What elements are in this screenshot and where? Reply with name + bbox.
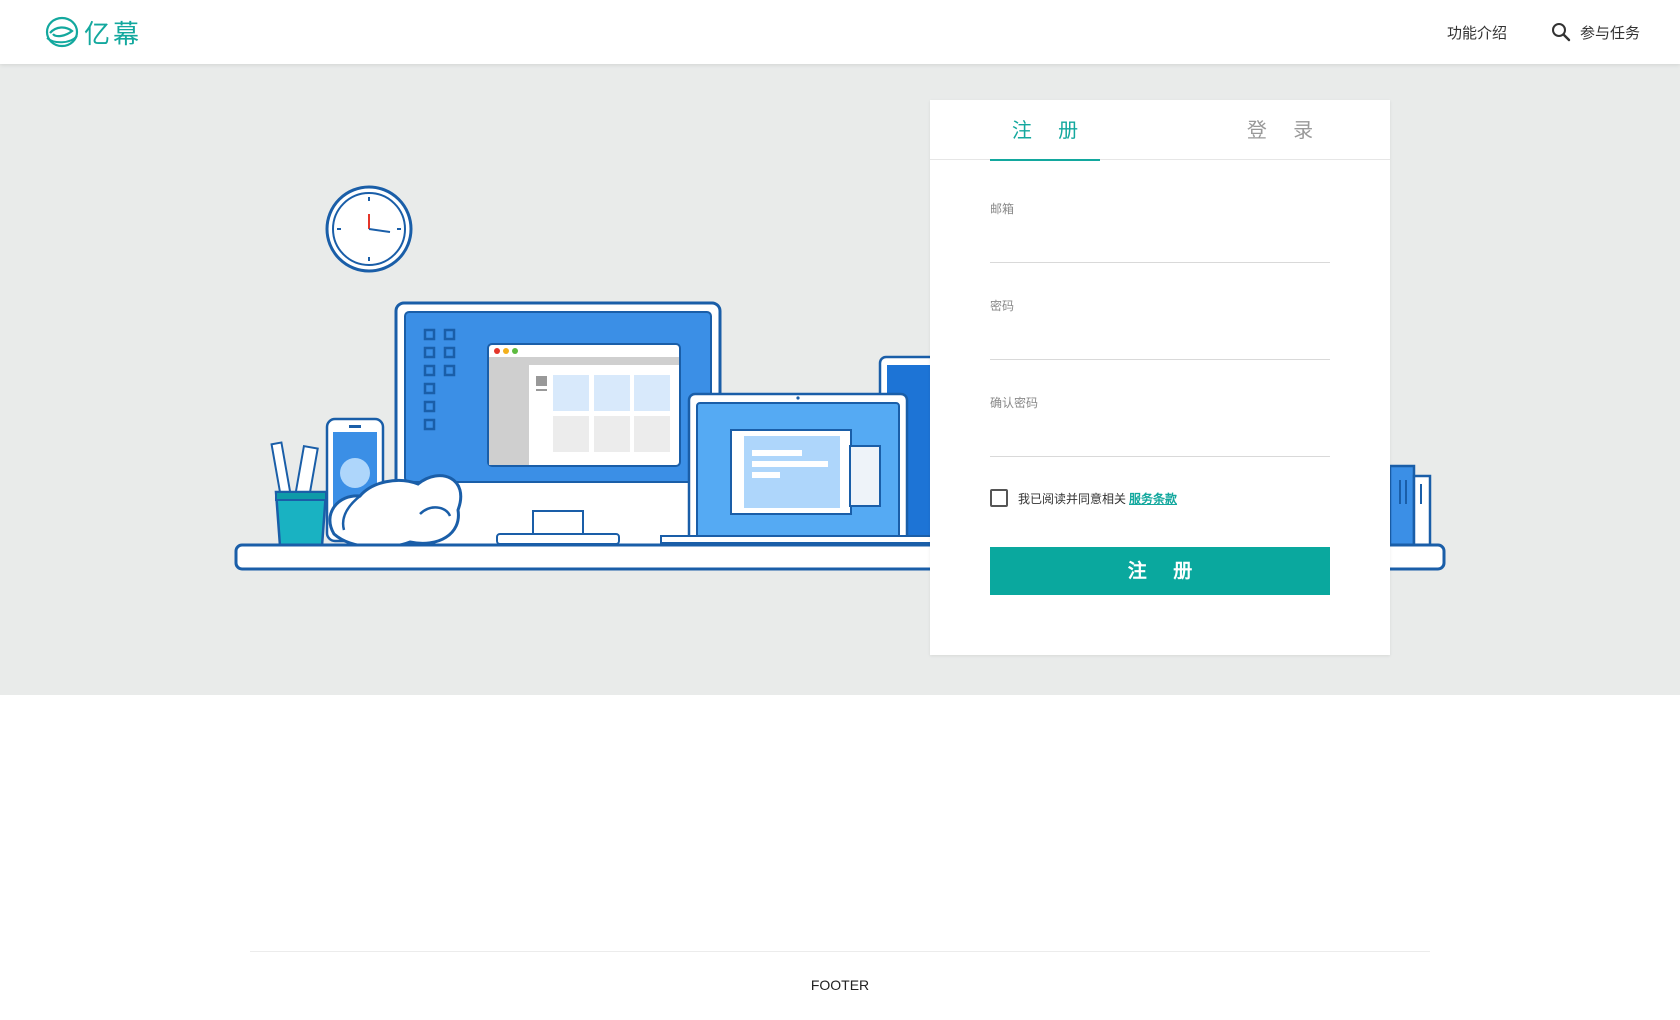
logo-icon [45, 16, 79, 48]
logo[interactable]: 亿幕 [44, 14, 142, 50]
top-nav: 功能介绍 参与任务 [1447, 0, 1640, 64]
logo-text: 亿幕 [84, 19, 143, 50]
confirm-password-label: 确认密码 [990, 396, 1039, 410]
password-field-group: 密码 [990, 297, 1330, 360]
nav-features-link[interactable]: 功能介绍 [1447, 22, 1507, 43]
tab-register[interactable]: 注 册 [990, 100, 1100, 161]
hero-section [0, 64, 1680, 695]
clock-icon [325, 185, 413, 273]
nav-tasks-label: 参与任务 [1579, 23, 1640, 42]
search-icon [1551, 23, 1571, 42]
pencil-cup-icon [270, 441, 328, 548]
email-label: 邮箱 [990, 202, 1015, 216]
confirm-password-field-group: 确认密码 [990, 394, 1330, 457]
auth-card: 注 册 登 录 邮箱 密码 确认密码 我已阅读并同意相关 服务条款 注 册 [930, 100, 1390, 655]
footer-divider [250, 951, 1430, 952]
password-input[interactable] [990, 328, 1330, 360]
top-header: 亿幕 功能介绍 参与任务 [0, 0, 1680, 64]
books-icon [1388, 464, 1432, 548]
terms-link[interactable]: 服务条款 [1129, 490, 1177, 507]
workspace-illustration [234, 185, 1446, 571]
password-label: 密码 [990, 299, 1015, 313]
terms-agree-text: 我已阅读并同意相关 [1018, 491, 1127, 506]
tab-login[interactable]: 登 录 [1225, 100, 1335, 160]
terms-agreement: 我已阅读并同意相关 服务条款 [990, 489, 1177, 507]
terms-checkbox[interactable] [990, 489, 1008, 507]
email-field-group: 邮箱 [990, 200, 1330, 263]
email-input[interactable] [990, 231, 1330, 263]
register-submit-button[interactable]: 注 册 [990, 547, 1330, 595]
confirm-password-input[interactable] [990, 425, 1330, 457]
laptop-icon [660, 392, 936, 546]
nav-tasks-link[interactable]: 参与任务 [1551, 22, 1640, 43]
auth-tabs: 注 册 登 录 [930, 100, 1390, 161]
footer-text: FOOTER [810, 977, 870, 993]
